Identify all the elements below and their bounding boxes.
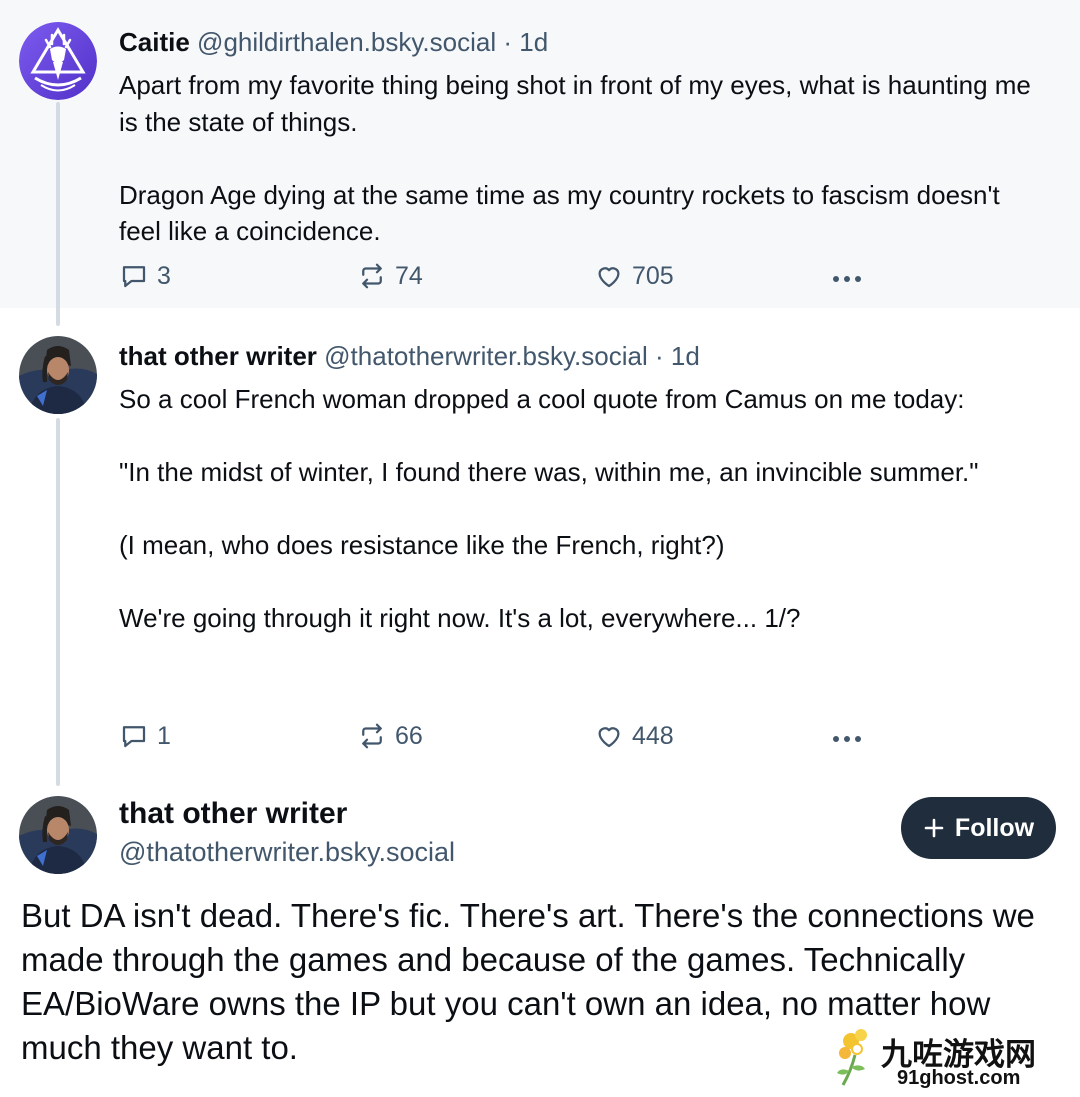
follow-label: Follow xyxy=(954,813,1035,842)
post-paragraph: "In the midst of winter, I found there w… xyxy=(119,457,979,487)
repost-icon xyxy=(362,263,382,289)
post-text: Apart from my favorite thing being shot … xyxy=(119,67,1039,250)
thread-connector-line xyxy=(56,102,60,326)
repost-count: 66 xyxy=(395,721,423,750)
reply-button[interactable]: 3 xyxy=(119,261,171,291)
like-button[interactable]: 448 xyxy=(594,721,674,751)
post-paragraph: So a cool French woman dropped a cool qu… xyxy=(119,384,965,414)
post-actions: 1 66 448 xyxy=(119,721,879,761)
post-header: Caitie @ghildirthalen.bsky.social · 1d xyxy=(119,27,548,58)
post-paragraph: (I mean, who does resistance like the Fr… xyxy=(119,530,725,560)
post-paragraph: We're going through it right now. It's a… xyxy=(119,603,801,633)
post-actions: 3 74 705 xyxy=(119,261,879,301)
post-age[interactable]: 1d xyxy=(519,27,548,57)
like-count: 705 xyxy=(632,261,674,290)
author-name[interactable]: that other writer xyxy=(119,797,347,831)
avatar[interactable] xyxy=(19,796,97,874)
plus-icon xyxy=(924,818,944,838)
author-handle[interactable]: @ghildirthalen.bsky.social xyxy=(197,27,496,57)
separator: · xyxy=(503,27,513,57)
flower-logo-icon xyxy=(837,1029,867,1086)
heart-icon xyxy=(598,267,620,288)
thread-connector-line xyxy=(56,418,60,786)
like-button[interactable]: 705 xyxy=(594,261,674,291)
repost-count: 74 xyxy=(395,261,423,290)
author-name[interactable]: Caitie xyxy=(119,27,190,57)
avatar[interactable] xyxy=(19,22,97,100)
author-name[interactable]: that other writer xyxy=(119,341,317,371)
post-paragraph: Apart from my favorite thing being shot … xyxy=(119,70,1031,137)
more-options-icon xyxy=(833,736,861,742)
more-options-button[interactable] xyxy=(829,721,865,757)
reply-count: 3 xyxy=(157,261,171,290)
follow-button[interactable]: Follow xyxy=(901,797,1056,859)
post-paragraph: Dragon Age dying at the same time as my … xyxy=(119,179,1000,247)
reply-count: 1 xyxy=(157,721,171,750)
post-age[interactable]: 1d xyxy=(671,341,700,371)
reply-icon xyxy=(122,266,146,288)
separator: · xyxy=(654,341,664,371)
heart-icon xyxy=(598,727,620,748)
author-handle[interactable]: @thatotherwriter.bsky.social xyxy=(324,341,648,371)
like-count: 448 xyxy=(632,721,674,750)
post-text: So a cool French woman dropped a cool qu… xyxy=(119,381,1039,637)
site-watermark: 九咗游戏网 91ghost.com xyxy=(833,1027,1073,1093)
watermark-url: 91ghost.com xyxy=(897,1067,1021,1089)
more-options-button[interactable] xyxy=(829,261,865,297)
avatar[interactable] xyxy=(19,336,97,414)
reply-icon xyxy=(122,726,146,748)
author-handle[interactable]: @thatotherwriter.bsky.social xyxy=(119,837,455,868)
post-header: that other writer @thatotherwriter.bsky.… xyxy=(119,341,700,372)
repost-button[interactable]: 74 xyxy=(357,261,423,291)
repost-icon xyxy=(362,723,382,749)
repost-button[interactable]: 66 xyxy=(357,721,423,751)
more-options-icon xyxy=(833,276,861,282)
reply-button[interactable]: 1 xyxy=(119,721,171,751)
